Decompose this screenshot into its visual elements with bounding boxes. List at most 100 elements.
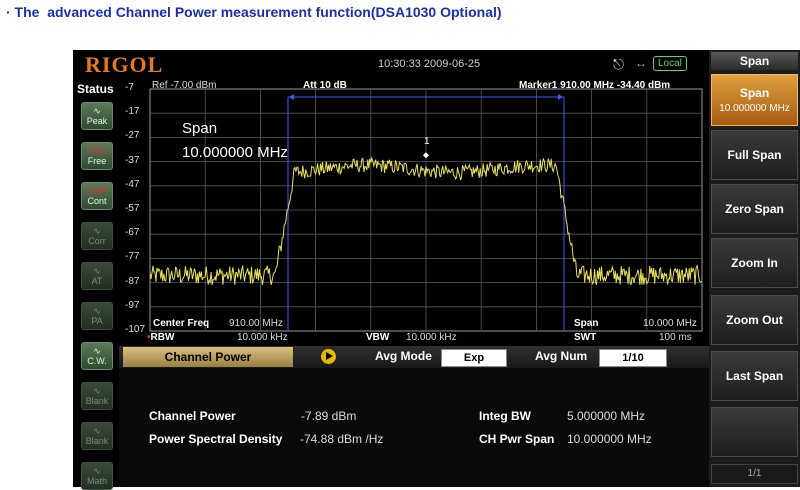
status-button-label: Math [86,476,107,486]
center-freq-value: 910.00 MHz [229,318,283,329]
ref-level: Ref -7.00 dBm [152,80,217,91]
swt-value: 100 ms [659,332,692,343]
datetime: 10:30:33 2009-06-25 [378,58,481,70]
blank-icon: ∿ [93,386,101,396]
status-title: Status [77,82,114,96]
span-softkey-value: 10.000000 MHz [719,103,790,114]
avg-mode-field[interactable]: Exp [441,349,507,367]
rigol-logo: RIGOL [85,52,164,77]
zoom-in-button[interactable]: Zoom In [711,238,798,288]
channel-arrow-left [289,94,294,100]
status-button-label: AT [91,276,103,286]
status-button-label: Corr [88,236,106,246]
analyzer-screen: RIGOL 10:30:33 2009-06-25 ⎋ ↔ Local Stat… [73,50,800,490]
top-bar: RIGOL 10:30:33 2009-06-25 ⎋ ↔ Local [73,50,709,78]
atten-icon: ∿ [93,266,101,276]
span-overlay-value: 10.000000 MHz [182,144,288,161]
ch-pwr-span-label: CH Pwr Span [479,432,555,446]
status-button-2[interactable]: SWP Cont [81,182,113,210]
full-span-button[interactable]: Full Span [711,130,798,180]
span-bottom-value: 10.000 MHz [643,318,697,329]
status-button-4[interactable]: ∿ AT [81,262,113,290]
span-softkey-label: Span [739,86,770,100]
local-badge[interactable]: Local [653,56,687,71]
play-icon[interactable] [321,349,336,364]
preamp-icon: ∿ [93,306,101,316]
integ-bw-label: Integ BW [479,409,531,423]
y-tick-label: -47 [125,178,140,190]
span-bottom-label: Span [574,318,599,329]
blank-icon: ∿ [93,426,101,436]
status-button-label: PA [91,316,103,326]
last-span-button[interactable]: Last Span [711,351,798,401]
softkey-menu: Span Span 10.000000 MHz Full Span Zero S… [709,50,800,487]
zero-span-button[interactable]: Zero Span [711,184,798,234]
status-button-top-label: TRIG [86,146,108,156]
channel-arrow-right [558,94,563,100]
y-tick-label: -27 [125,130,140,142]
span-softkey[interactable]: Span 10.000000 MHz [711,74,798,126]
page-caption: · The advanced Channel Power measurement… [6,4,502,20]
spectrum-svg [149,88,703,332]
avg-num-label: Avg Num [535,349,588,363]
vbw-value: 10.000 kHz [406,332,457,343]
channel-power-label: Channel Power [149,409,236,423]
marker-readout: Marker1 910.00 MHz -34.40 dBm [519,80,671,91]
y-tick-label: -17 [125,106,140,118]
marker-number: 1 [424,136,430,147]
y-tick-label: -87 [125,275,140,287]
usb-icon: ⎋ [613,56,625,72]
y-tick-label: -97 [125,299,140,311]
panel-header: Channel Power Avg Mode Exp Avg Num 1/10 [119,346,709,368]
status-button-label: Free [87,156,107,166]
channel-power-tab[interactable]: Channel Power [123,347,293,367]
y-tick-label: -57 [125,203,140,214]
status-button-label: Cont [87,196,107,206]
status-column: Status ∿ Peak TRIG Free SWP Cont ∿ Corr ∿ AT ∿ PA ∿ C… [73,78,119,490]
zoom-out-button[interactable]: Zoom Out [711,295,798,345]
spectrum-graph[interactable]: Ref -7.00 dBm Att 10 dB Marker1 910.00 M… [119,78,709,346]
peak-icon: ∿ [93,106,101,116]
cw-icon: ∿ [93,346,101,356]
y-tick-label: -77 [125,251,140,263]
status-button-top-label: SWP [86,186,108,196]
swt-label: SWT [574,332,597,343]
psd-value: -74.88 dBm /Hz [300,432,384,446]
empty-softkey[interactable] [711,407,798,457]
corr-icon: ∿ [93,226,101,236]
page-indicator: 1/1 [711,464,798,484]
center-freq-label: Center Freq [153,318,210,329]
rbw-label: •RBW [147,332,175,343]
status-button-3[interactable]: ∿ Corr [81,222,113,250]
status-button-label: Peak [86,116,108,126]
status-button-1[interactable]: TRIG Free [81,142,113,170]
channel-power-panel: Channel Power Avg Mode Exp Avg Num 1/10 … [119,346,709,487]
status-button-label: Blank [85,436,109,446]
status-button-6[interactable]: ∿ C.W. [81,342,113,370]
io-arrows-icon: ↔ [635,56,647,70]
status-button-8[interactable]: ∿ Blank [81,422,113,450]
y-tick-label: -7 [125,82,134,93]
y-tick-label: -37 [125,154,140,166]
status-button-7[interactable]: ∿ Blank [81,382,113,410]
ch-pwr-span-value: 10.000000 MHz [567,432,652,446]
psd-label: Power Spectral Density [149,432,283,446]
status-button-label: Blank [85,396,109,406]
span-overlay-label: Span [182,120,218,137]
y-tick-label: -107 [125,324,146,335]
marker-1 [423,152,429,159]
attenuation: Att 10 dB [303,80,347,91]
integ-bw-value: 5.000000 MHz [567,409,646,423]
vbw-label: VBW [366,332,390,343]
math-icon: ∿ [93,466,101,476]
status-button-5[interactable]: ∿ PA [81,302,113,330]
avg-mode-label: Avg Mode [375,349,432,363]
status-button-9[interactable]: ∿ Math [81,462,113,490]
menu-title: Span [711,52,798,70]
status-button-0[interactable]: ∿ Peak [81,102,113,130]
avg-num-field[interactable]: 1/10 [599,349,667,367]
rbw-value: 10.000 kHz [237,332,288,343]
status-button-label: C.W. [87,356,107,366]
channel-power-value: -7.89 dBm [301,409,357,423]
y-tick-label: -67 [125,227,140,239]
